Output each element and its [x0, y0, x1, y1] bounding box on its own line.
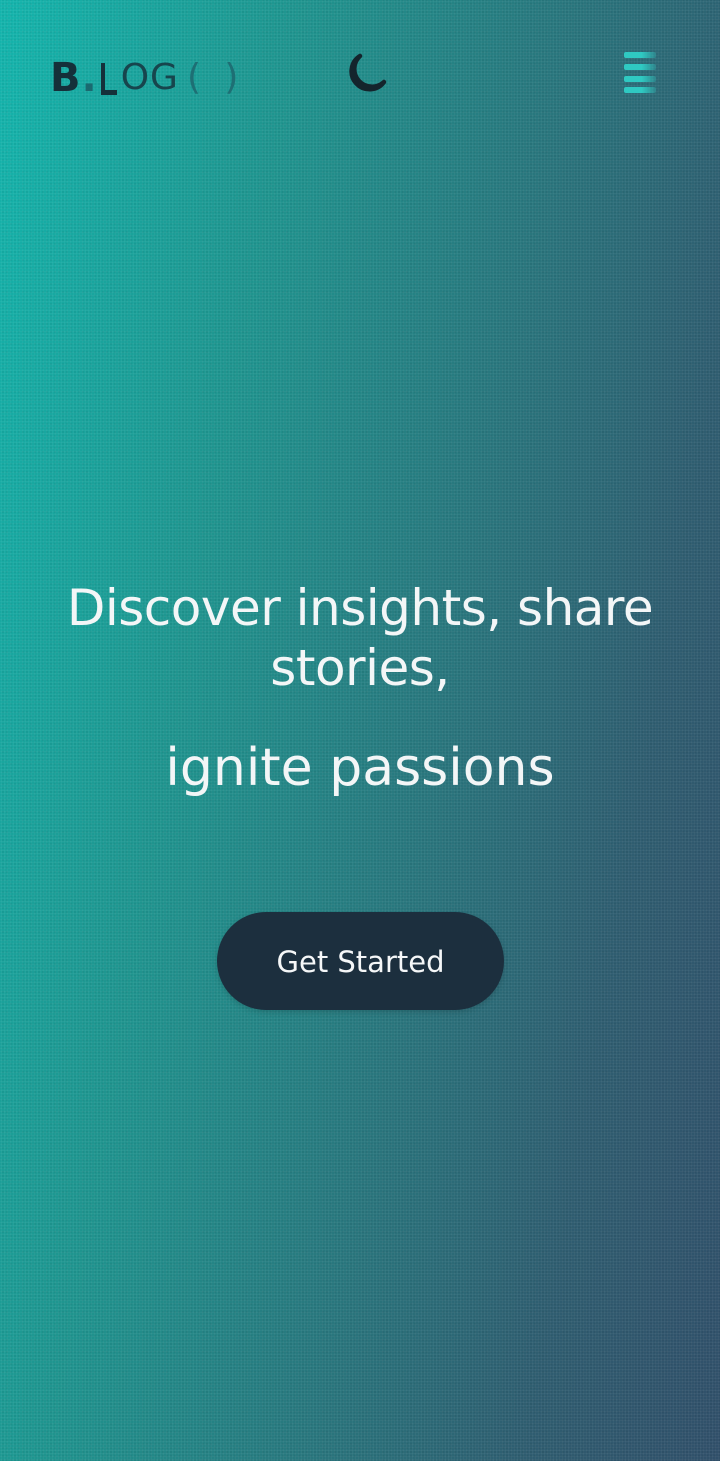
menu-button[interactable] [622, 52, 662, 93]
hero-headline: Discover insights, share stories, [66, 579, 654, 697]
logo-letter-l [100, 63, 117, 95]
moon-icon [349, 53, 387, 92]
logo-text: OG [120, 57, 179, 98]
logo-parens: ( ) [186, 57, 245, 98]
hero-section: Discover insights, share stories, ignite… [0, 578, 720, 798]
hero-subheadline: ignite passions [165, 738, 555, 798]
noise-overlay [0, 0, 720, 1461]
theme-toggle-button[interactable] [340, 50, 390, 100]
site-logo[interactable]: B . OG ( ) [50, 54, 245, 101]
get-started-button[interactable]: Get Started [217, 912, 504, 1010]
logo-letter-b: B [50, 55, 81, 101]
logo-dot: . [81, 55, 97, 101]
